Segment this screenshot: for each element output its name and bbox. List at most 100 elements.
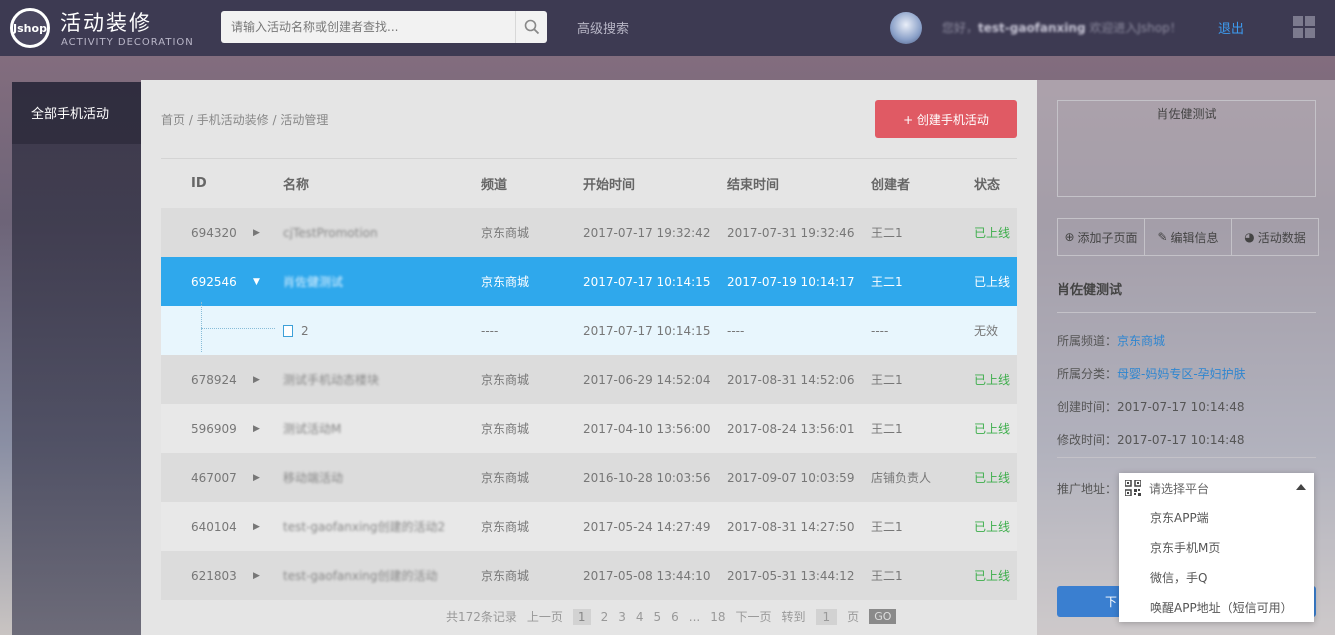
page-18[interactable]: 18 xyxy=(710,610,725,624)
child-page-name[interactable]: 2 xyxy=(301,324,309,338)
detail-category: 所属分类：母婴-妈妈专区-孕妇护肤 xyxy=(1057,367,1246,381)
expand-arrow-icon[interactable]: ▶ xyxy=(253,355,283,404)
page-5[interactable]: 5 xyxy=(653,610,661,624)
table-row[interactable]: 467007 ▶ 移动端活动 京东商城 2016-10-28 10:03:56 … xyxy=(161,453,1017,502)
channel-link[interactable]: 京东商城 xyxy=(1117,334,1165,348)
sidebar: 全部手机活动 xyxy=(12,82,142,635)
expand-arrow-icon[interactable]: ▶ xyxy=(253,502,283,551)
col-header-creator[interactable]: 创建者 xyxy=(871,159,974,208)
jshop-logo[interactable]: Jshop xyxy=(10,8,50,48)
cell-end: 2017-07-31 19:32:46 xyxy=(727,225,855,240)
cell-name[interactable]: test-gaofanxing创建的活动2 xyxy=(283,520,445,534)
table-row[interactable]: 621803 ▶ test-gaofanxing创建的活动 京东商城 2017-… xyxy=(161,551,1017,600)
table-row-selected[interactable]: 692546 ▼ 肖佐健测试 京东商城 2017-07-17 10:14:15 … xyxy=(161,257,1017,306)
page-3[interactable]: 3 xyxy=(618,610,626,624)
category-link[interactable]: 母婴-妈妈专区-孕妇护肤 xyxy=(1117,367,1246,381)
cell-start: 2017-07-17 19:32:42 xyxy=(583,225,711,240)
sidebar-item-all-mobile-activities[interactable]: 全部手机活动 xyxy=(12,82,142,144)
platform-select[interactable]: 请选择平台 xyxy=(1119,473,1314,503)
platform-option-wechat-qq[interactable]: 微信，手Q xyxy=(1119,563,1314,593)
col-header-end[interactable]: 结束时间 xyxy=(727,159,871,208)
child-page-row[interactable]: 2 ---- 2017-07-17 10:14:15 ---- ---- 无效 xyxy=(161,302,1017,355)
cell-name[interactable]: cjTestPromotion xyxy=(283,226,378,240)
create-activity-button[interactable]: + 创建手机活动 xyxy=(875,100,1017,138)
cell-end: 2017-08-31 14:27:50 xyxy=(727,519,855,534)
expand-arrow-icon[interactable]: ▶ xyxy=(253,208,283,257)
detail-channel: 所属频道：京东商城 xyxy=(1057,334,1166,348)
welcome-prefix: 您好， xyxy=(942,21,979,35)
cell-name[interactable]: 测试手机动态楼块 xyxy=(283,373,379,387)
cell-status: 无效 xyxy=(974,324,999,338)
cell-status: 已上线 xyxy=(974,569,1011,583)
activity-data-button[interactable]: ◕ 活动数据 xyxy=(1232,219,1318,255)
page-6[interactable]: 6 xyxy=(671,610,679,624)
cell-start: 2016-10-28 10:03:56 xyxy=(583,470,711,485)
search-button[interactable] xyxy=(515,11,547,43)
col-header-status[interactable]: 状态 xyxy=(974,159,1017,208)
table-row[interactable]: 694320 ▶ cjTestPromotion 京东商城 2017-07-17… xyxy=(161,208,1017,257)
cell-name[interactable]: test-gaofanxing创建的活动 xyxy=(283,569,438,583)
cell-name[interactable]: 测试活动M xyxy=(283,422,341,436)
col-header-name[interactable]: 名称 xyxy=(283,159,481,208)
expand-arrow-icon[interactable]: ▶ xyxy=(253,453,283,502)
page-4[interactable]: 4 xyxy=(636,610,644,624)
cell-name[interactable]: 移动端活动 xyxy=(283,471,343,485)
qr-code-icon xyxy=(1125,480,1141,496)
page-1[interactable]: 1 xyxy=(572,608,591,625)
goto-page-input[interactable]: 1 xyxy=(815,608,838,625)
page-ellipsis: ... xyxy=(688,609,701,624)
avatar[interactable] xyxy=(890,12,922,44)
search-input[interactable] xyxy=(221,11,515,43)
caret-up-icon xyxy=(1296,484,1306,490)
cell-id: 694320 xyxy=(191,225,237,240)
detail-created: 创建时间：2017-07-17 10:14:48 xyxy=(1057,400,1245,414)
cell-status: 已上线 xyxy=(974,226,1011,240)
edit-info-button[interactable]: ✎ 编辑信息 xyxy=(1145,219,1232,255)
logout-link[interactable]: 退出 xyxy=(1218,18,1244,37)
cell-start: 2017-07-17 10:14:15 xyxy=(583,323,711,338)
cell-start: 2017-07-17 10:14:15 xyxy=(583,274,711,289)
table-row[interactable]: 678924 ▶ 测试手机动态楼块 京东商城 2017-06-29 14:52:… xyxy=(161,355,1017,404)
table-row[interactable]: 596909 ▶ 测试活动M 京东商城 2017-04-10 13:56:00 … xyxy=(161,404,1017,453)
cell-end: 2017-07-19 10:14:17 xyxy=(727,274,855,289)
cell-end: 2017-08-24 13:56:01 xyxy=(727,421,855,436)
goto-label: 转到 xyxy=(781,610,806,624)
cell-channel: 京东商城 xyxy=(481,569,530,583)
detail-title: 肖佐健测试 xyxy=(1057,283,1123,298)
brand-subtitle: ACTIVITY DECORATION xyxy=(61,37,194,48)
expand-arrow-icon[interactable]: ▶ xyxy=(253,404,283,453)
cell-channel: 京东商城 xyxy=(481,226,530,240)
expand-arrow-icon[interactable]: ▶ xyxy=(253,551,283,600)
page-2[interactable]: 2 xyxy=(601,610,609,624)
breadcrumb[interactable]: 首页 / 手机活动装修 / 活动管理 xyxy=(161,111,328,128)
platform-option-jd-app[interactable]: 京东APP端 xyxy=(1119,503,1314,533)
col-header-channel[interactable]: 频道 xyxy=(481,159,583,208)
cell-creator: 店铺负责人 xyxy=(871,471,932,485)
total-records: 共172条记录 xyxy=(446,610,517,624)
activity-preview[interactable]: 肖佐健测试 xyxy=(1057,100,1316,197)
advanced-search-link[interactable]: 高级搜索 xyxy=(577,18,629,37)
apps-grid-icon[interactable] xyxy=(1293,16,1315,38)
cell-creator: 王二1 xyxy=(871,226,903,240)
add-subpage-button[interactable]: ⊕ 添加子页面 xyxy=(1058,219,1145,255)
platform-option-jd-mobile[interactable]: 京东手机M页 xyxy=(1119,533,1314,563)
detail-modified: 修改时间：2017-07-17 10:14:48 xyxy=(1057,433,1245,447)
next-page-button[interactable]: 下一页 xyxy=(736,608,772,625)
cell-status: 已上线 xyxy=(974,373,1011,387)
page-unit-label: 页 xyxy=(847,610,860,624)
platform-select-placeholder: 请选择平台 xyxy=(1149,481,1210,496)
collapse-arrow-icon[interactable]: ▼ xyxy=(253,257,283,306)
platform-option-app-wakeup[interactable]: 唤醒APP地址（短信可用） xyxy=(1119,593,1314,623)
prev-page-button[interactable]: 上一页 xyxy=(527,608,563,625)
cell-name[interactable]: 肖佐健测试 xyxy=(283,275,343,289)
col-header-start[interactable]: 开始时间 xyxy=(583,159,727,208)
welcome-text: 您好，test-gaofanxing 欢迎进入Jshop！ xyxy=(942,19,1182,36)
file-icon xyxy=(283,324,293,337)
col-header-id[interactable]: ID xyxy=(161,159,253,208)
plus-circle-icon: ⊕ xyxy=(1064,230,1075,244)
table-row[interactable]: 640104 ▶ test-gaofanxing创建的活动2 京东商城 2017… xyxy=(161,502,1017,551)
cell-channel: ---- xyxy=(481,323,499,338)
go-button[interactable]: GO xyxy=(869,609,897,624)
platform-select-dropdown[interactable]: 请选择平台 京东APP端 京东手机M页 微信，手Q 唤醒APP地址（短信可用） xyxy=(1119,473,1314,622)
cell-end: 2017-05-31 13:44:12 xyxy=(727,568,855,583)
